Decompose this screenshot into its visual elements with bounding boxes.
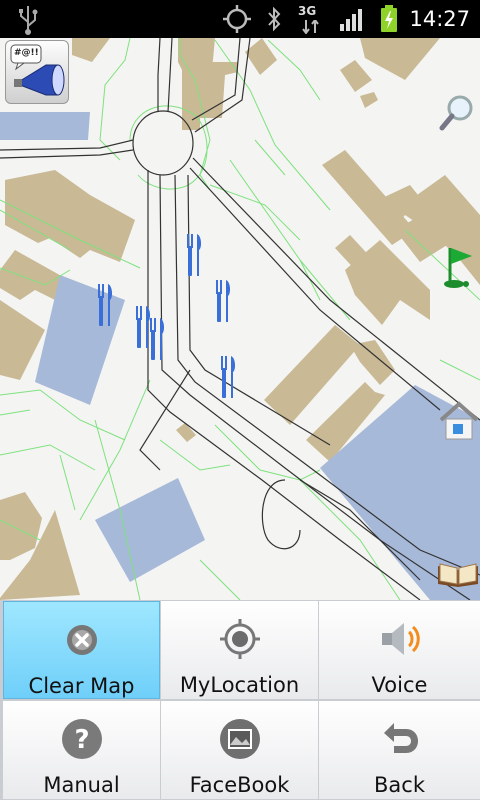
megaphone-text: #@!! bbox=[14, 48, 39, 58]
clock: 14:27 bbox=[409, 7, 470, 31]
crosshair-icon bbox=[219, 619, 260, 659]
clear-map-label: Clear Map bbox=[28, 674, 135, 698]
map-view[interactable]: #@!! bbox=[0, 38, 480, 600]
search-icon[interactable] bbox=[438, 94, 476, 134]
manual-button[interactable]: ? Manual bbox=[3, 701, 160, 799]
network-type-label: 3G bbox=[298, 4, 317, 18]
manual-label: Manual bbox=[43, 773, 120, 797]
network-3g-icon: 3G bbox=[298, 0, 324, 38]
mylocation-label: MyLocation bbox=[179, 673, 300, 697]
bluetooth-icon bbox=[268, 6, 281, 32]
book-icon[interactable] bbox=[436, 558, 480, 588]
facebook-button[interactable]: FaceBook bbox=[161, 701, 318, 799]
restaurant-icon[interactable] bbox=[148, 318, 168, 362]
back-button[interactable]: Back bbox=[319, 701, 480, 799]
facebook-label: FaceBook bbox=[189, 773, 290, 797]
picture-icon bbox=[219, 719, 260, 759]
speaker-icon bbox=[381, 623, 420, 655]
options-menu: Clear Map MyLocation Voice ? Manual Face… bbox=[0, 600, 480, 800]
gps-icon bbox=[223, 5, 251, 33]
close-circle-icon bbox=[66, 625, 97, 655]
voice-button[interactable]: Voice bbox=[319, 601, 480, 699]
mylocation-button[interactable]: MyLocation bbox=[161, 601, 318, 699]
golf-flag-icon[interactable] bbox=[440, 244, 474, 290]
signal-icon bbox=[340, 9, 362, 31]
restaurant-icon[interactable] bbox=[185, 234, 205, 278]
battery-charging-icon bbox=[381, 5, 397, 32]
restaurant-icon[interactable] bbox=[96, 284, 116, 328]
home-icon[interactable] bbox=[438, 400, 480, 442]
clear-map-button[interactable]: Clear Map bbox=[3, 601, 160, 699]
megaphone-button[interactable]: #@!! bbox=[5, 40, 69, 104]
restaurant-icon[interactable] bbox=[214, 280, 234, 324]
status-bar: 3G 14:27 bbox=[0, 0, 480, 38]
svg-text:?: ? bbox=[74, 725, 89, 755]
usb-icon bbox=[19, 6, 38, 35]
map-canvas[interactable] bbox=[0, 38, 480, 600]
back-label: Back bbox=[374, 773, 425, 797]
help-icon: ? bbox=[61, 719, 102, 759]
voice-label: Voice bbox=[371, 673, 428, 697]
back-arrow-icon bbox=[383, 723, 418, 753]
restaurant-icon[interactable] bbox=[219, 356, 239, 400]
